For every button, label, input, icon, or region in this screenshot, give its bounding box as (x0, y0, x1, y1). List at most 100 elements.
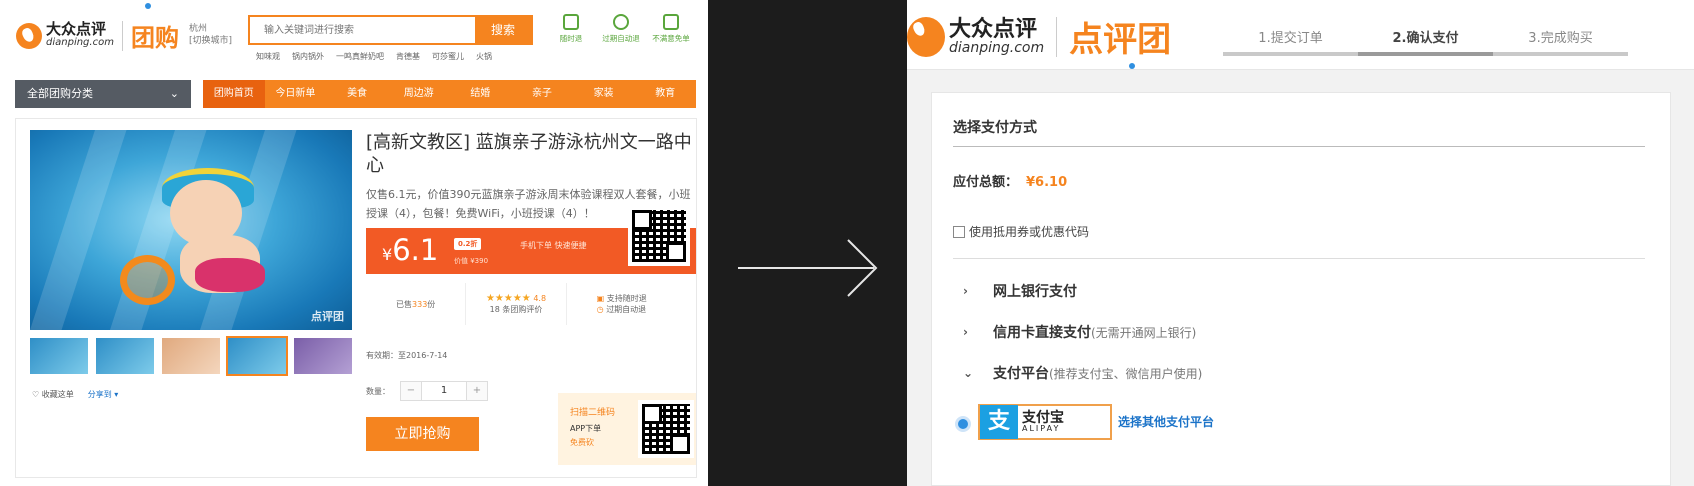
logo-cn-text: 大众点评 (949, 15, 1038, 42)
step-label: 3.完成购买 (1528, 31, 1593, 46)
quantity-input[interactable]: 1 (421, 382, 467, 400)
coupon-option[interactable]: 使用抵用券或优惠代码 (953, 223, 1089, 240)
hot-word[interactable]: 一鸣真鲜奶吧 (336, 51, 384, 62)
all-categories-label: 全部团购分类 (27, 87, 93, 100)
other-platform-link[interactable]: 选择其他支付平台 (1118, 413, 1214, 430)
hot-word[interactable]: 知味观 (256, 51, 280, 62)
deal-title: [高新文教区] 蓝旗亲子游泳杭州文一路中心 (366, 132, 692, 176)
flow-arrow-icon (738, 239, 878, 297)
qr-code-icon (628, 206, 690, 266)
coupon-checkbox[interactable] (953, 225, 965, 238)
step-label: 2.确认支付 (1392, 31, 1459, 46)
thumbnail[interactable] (30, 338, 88, 374)
review-count: 18 条团购评价 (489, 305, 543, 314)
rating-score: 4.8 (533, 294, 547, 303)
quantity-row: 数量： − 1 + (366, 381, 488, 401)
option-label: 网上银行支付 (993, 284, 1077, 300)
chevron-right-icon: › (963, 325, 968, 339)
nav-item[interactable]: 周边游 (388, 80, 450, 108)
dianping-logo-icon (16, 22, 42, 49)
nav-item[interactable]: 今日新单 (265, 80, 327, 108)
nav-item[interactable]: 家装 (573, 80, 635, 108)
guarantee-label: 过期自动退 (602, 34, 640, 43)
original-price: 价值 ¥390 (454, 257, 489, 265)
cursor-marker (1129, 63, 1135, 69)
logo-en-text: dianping.com (949, 39, 1045, 56)
thumbnail[interactable] (294, 338, 352, 374)
hot-words: 知味观 锅内锅外 一鸣真鲜奶吧 肯德基 可莎蜜儿 火锅 (256, 51, 492, 62)
site-logo[interactable]: 大众点评 dianping.com 点评团 (907, 12, 1171, 61)
alipay-option[interactable]: 支 支付宝 ALIPAY (978, 404, 1112, 440)
logo-divider (1056, 16, 1058, 57)
thumbnail-strip (30, 336, 352, 376)
payment-header: 大众点评 dianping.com 点评团 1.提交订单 2.确认支付 3.完成… (907, 0, 1694, 70)
nav-item[interactable]: 团购首页 (203, 80, 265, 108)
favorite-button[interactable]: ♡ 收藏这单 (32, 389, 74, 400)
satisfaction-icon (663, 14, 679, 30)
app-free-text: 免费砍 (570, 438, 594, 447)
guarantee-refund-anytime[interactable]: 随时退 (547, 14, 595, 44)
quantity-label: 数量： (366, 386, 390, 396)
deal-price: ¥6.1 (382, 233, 438, 267)
favorite-share-bar: ♡ 收藏这单 分享到 ▾ (32, 389, 118, 400)
alarm-clock-icon (613, 14, 629, 30)
refund-icon: ▣ (596, 294, 605, 303)
guarantee-free-if-unsatisfied[interactable]: 不满意免单 (647, 14, 695, 44)
hot-word[interactable]: 肯德基 (396, 51, 420, 62)
hot-word[interactable]: 可莎蜜儿 (432, 51, 464, 62)
city-name: 杭州 (188, 23, 207, 34)
step-label: 1.提交订单 (1258, 31, 1323, 46)
alipay-radio[interactable] (955, 416, 971, 432)
total-label: 应付总额： (953, 175, 1019, 190)
chevron-down-icon: ⌄ (963, 366, 974, 380)
search-input[interactable] (250, 17, 475, 43)
app-qr-code-icon (638, 400, 694, 458)
app-order-text: APP下单 (570, 424, 602, 433)
logo-en-text: dianping.com (46, 37, 114, 49)
price-symbol: ¥ (382, 245, 393, 264)
alipay-en: ALIPAY (1022, 424, 1061, 433)
step-submit-order: 1.提交订单 (1223, 27, 1358, 56)
thumbnail[interactable] (96, 338, 154, 374)
share-dropdown[interactable]: 分享到 ▾ (88, 389, 119, 400)
clock-icon: ◷ (596, 305, 604, 314)
total-amount: ¥6.10 (1026, 175, 1068, 190)
buy-now-button[interactable]: 立即抢购 (366, 417, 479, 451)
rating[interactable]: ★★★★★ 4.8 18 条团购评价 (466, 283, 567, 325)
scan-qr-text: 扫描二维码 (570, 408, 616, 418)
all-categories-dropdown[interactable]: 全部团购分类 ⌄ (15, 80, 191, 108)
sold-count: 已售333份 (366, 283, 467, 325)
switch-city-link[interactable]: [切换城市] (189, 36, 232, 48)
nav-item[interactable]: 亲子 (511, 80, 573, 108)
decrement-button[interactable]: − (401, 382, 421, 400)
refund-anytime-icon (563, 14, 579, 30)
nav-item[interactable]: 结婚 (450, 80, 512, 108)
tuangou-brand: 团购 (130, 24, 179, 52)
nav-item[interactable]: 教育 (634, 80, 696, 108)
feature-label: 支持随时退 (606, 294, 647, 303)
option-payment-platform[interactable]: ⌄ 支付平台 (推荐支付宝、微信用户使用) (963, 363, 1202, 383)
search-button[interactable]: 搜索 (475, 17, 531, 43)
hot-word[interactable]: 火锅 (476, 51, 492, 62)
option-online-banking[interactable]: › 网上银行支付 (963, 281, 1077, 301)
dianping-logo-icon (907, 16, 945, 57)
sold-suffix: 份 (427, 299, 436, 309)
site-logo[interactable]: 大众点评 dianping.com 团购 杭州 [切换城市] (16, 18, 232, 53)
thumbnail-selected[interactable] (226, 336, 288, 376)
feature-label: 过期自动退 (606, 305, 647, 314)
nav-item[interactable]: 美食 (326, 80, 388, 108)
coupon-label: 使用抵用券或优惠代码 (969, 225, 1090, 239)
option-credit-card[interactable]: › 信用卡直接支付 (无需开通网上银行) (963, 322, 1196, 342)
thumbnail[interactable] (162, 338, 220, 374)
valid-until: 有效期：至2016-7-14 (366, 351, 448, 360)
sold-prefix: 已售 (396, 299, 413, 309)
hot-word[interactable]: 锅内锅外 (292, 51, 324, 62)
guarantee-label: 不满意免单 (652, 34, 690, 43)
increment-button[interactable]: + (467, 382, 487, 400)
guarantee-expired-refund[interactable]: 过期自动退 (597, 14, 645, 44)
search-box: 搜索 (248, 15, 533, 45)
main-nav: 团购首页 今日新单 美食 周边游 结婚 亲子 家装 教育 (203, 80, 696, 108)
logo-cn-text: 大众点评 (46, 20, 107, 39)
cursor-marker (145, 3, 151, 9)
star-rating-icon: ★★★★★ (485, 293, 531, 304)
